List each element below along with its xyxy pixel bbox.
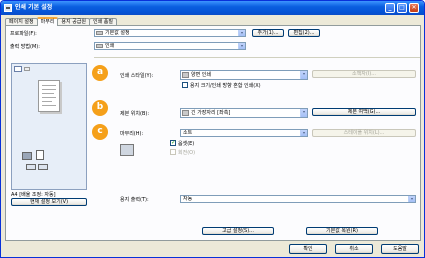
page-view-icon[interactable] xyxy=(14,66,22,72)
page-preview xyxy=(38,80,60,112)
close-button[interactable]: ✕ xyxy=(409,3,419,13)
output-method-label: 출력 방법(M): xyxy=(10,44,40,50)
profile-edit-button[interactable]: 편집(2)... xyxy=(288,29,320,37)
ok-button[interactable]: 확인 xyxy=(289,244,327,254)
print-style-value: 양면 인쇄 xyxy=(191,72,211,78)
binding-location-value: 긴 가장자리 [좌측] xyxy=(191,110,231,116)
offset-checkbox[interactable] xyxy=(170,139,176,146)
chevron-down-icon xyxy=(300,130,307,136)
print-style-label: 인쇄 스타일(Y): xyxy=(120,73,154,79)
print-mode-icon[interactable] xyxy=(26,164,36,170)
duplex-icon xyxy=(182,72,189,78)
document-icon xyxy=(36,150,44,160)
callout-badge-b: b xyxy=(92,100,108,116)
title-bar: 인쇄 기본 설정 _ □ ✕ xyxy=(1,1,424,15)
preview-status: A4 [배율 조정: 자동] xyxy=(11,192,56,198)
print-preferences-window: 인쇄 기본 설정 _ □ ✕ 페이지 설정 마무리 용지 공급원 인쇄 품질 프… xyxy=(0,0,425,258)
paper-output-value: 자동 xyxy=(183,196,193,202)
binding-location-select[interactable]: 긴 가장자리 [좌측] xyxy=(180,108,308,118)
layout-view-icon[interactable] xyxy=(24,67,30,71)
mix-paper-checkbox[interactable] xyxy=(182,82,188,88)
callout-badge-a: a xyxy=(92,65,108,81)
binding-margin-button[interactable]: 제본 여백(G)... xyxy=(312,108,416,116)
callout-badge-c: c xyxy=(92,124,108,140)
sort-icon xyxy=(120,144,134,156)
mix-paper-label: 용지 크기/인쇄 방향 혼합 인쇄(X) xyxy=(190,83,261,89)
printer-icon xyxy=(4,4,12,12)
cancel-button[interactable]: 취소 xyxy=(335,244,373,254)
staple-icon xyxy=(22,152,32,160)
print-style-select[interactable]: 양면 인쇄 xyxy=(180,70,308,80)
advanced-settings-button[interactable]: 고급 설정(S)... xyxy=(202,227,274,235)
output-method-value: 인쇄 xyxy=(105,43,115,49)
chevron-down-icon xyxy=(300,71,307,79)
binding-icon xyxy=(182,110,189,116)
view-settings-button[interactable]: 현재 설정 보기(V) xyxy=(11,198,87,206)
chevron-down-icon xyxy=(300,109,307,117)
paper-output-label: 용지 출력(T): xyxy=(120,197,149,203)
staple-location-button[interactable]: 스테이플 위치(L)... xyxy=(312,129,416,137)
binding-location-label: 제본 위치(B): xyxy=(120,111,150,117)
restore-defaults-button[interactable]: 기본값 복원(R) xyxy=(306,227,378,235)
finishing-label: 마무리(H): xyxy=(120,131,144,137)
profile-label: 프로파일(F): xyxy=(10,31,37,37)
chevron-down-icon xyxy=(238,30,245,36)
booklet-button[interactable]: 소책자(I)... xyxy=(312,70,416,78)
rotate-label: 회전(O) xyxy=(178,150,196,156)
paper-output-select[interactable]: 자동 xyxy=(180,195,416,203)
preview-pane xyxy=(11,63,87,190)
help-button[interactable]: 도움말 xyxy=(381,244,419,254)
profile-icon xyxy=(96,31,103,35)
maximize-button[interactable]: □ xyxy=(397,3,407,13)
window-title: 인쇄 기본 설정 xyxy=(15,4,53,11)
profile-value: 기본값 설정 xyxy=(105,30,130,36)
output-method-select[interactable]: 인쇄 xyxy=(94,42,246,50)
tab-finishing[interactable]: 마무리 xyxy=(36,17,59,26)
chevron-down-icon xyxy=(408,196,415,202)
finishing-select[interactable]: 소트 xyxy=(180,129,308,137)
minimize-button[interactable]: _ xyxy=(385,3,395,13)
output-mode-icon[interactable] xyxy=(38,164,48,170)
offset-label: 옵셋(E) xyxy=(178,141,195,147)
tab-panel: 프로파일(F): 기본값 설정 추가(1)... 편집(2)... 출력 방법(… xyxy=(5,25,421,241)
profile-add-button[interactable]: 추가(1)... xyxy=(252,29,284,37)
print-output-icon xyxy=(96,44,103,48)
profile-select[interactable]: 기본값 설정 xyxy=(94,29,246,37)
finishing-value: 소트 xyxy=(183,130,193,136)
chevron-down-icon xyxy=(238,43,245,49)
separator xyxy=(94,57,420,58)
rotate-checkbox[interactable] xyxy=(170,149,176,155)
